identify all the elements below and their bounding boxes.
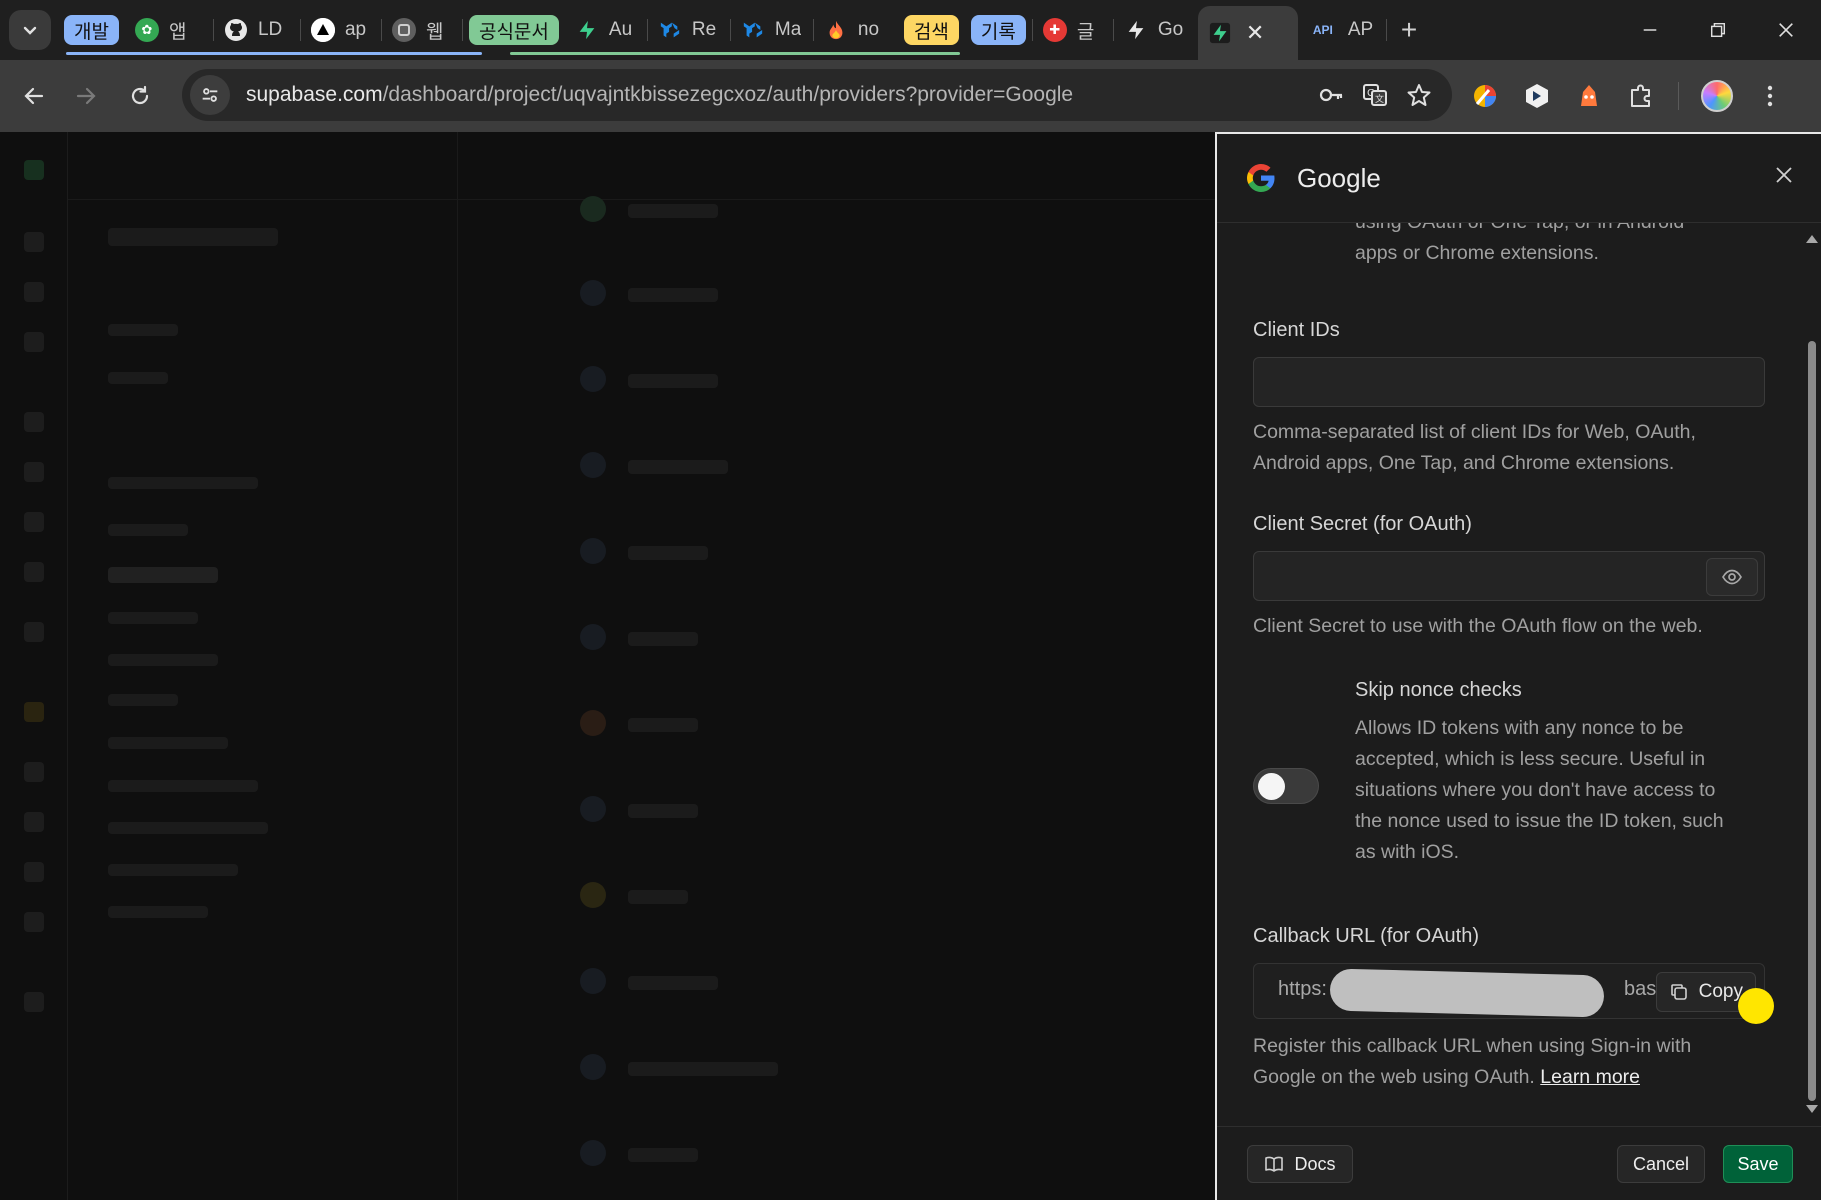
tab-group-dev[interactable]: 개발 [64,15,119,45]
browser-toolbar: supabase.com/dashboard/project/uqvajntkb… [0,60,1821,132]
translate-icon[interactable]: G文 [1362,82,1388,108]
intro-text: using OAuth or One Tap, or in Android ap… [1355,223,1684,264]
show-secret-button[interactable] [1706,558,1758,596]
panel-title: Google [1297,162,1381,193]
tab-group-records[interactable]: 기록 [970,15,1026,45]
tab-group-docs[interactable]: 공식문서 [468,15,559,45]
skip-nonce-label: Skip nonce checks [1355,679,1522,701]
tab-api[interactable]: API AP [1298,6,1386,54]
tab-go[interactable]: Go [1114,6,1198,54]
tab-list: 개발 ✿ 앱 LD ap 웹 공식문서 Au Re Ma no 검색 기록 ✚ … [58,6,1431,60]
google-provider-panel: Google using OAuth or One Tap, or in And… [1215,132,1821,1200]
tab-active-supabase[interactable]: ✕ [1197,6,1298,60]
site-settings-button[interactable] [190,75,230,115]
tab-search-button[interactable] [9,10,51,50]
learn-more-link[interactable]: Learn more [1540,1066,1640,1088]
address-bar[interactable]: supabase.com/dashboard/project/uqvajntkb… [182,69,1452,121]
save-button[interactable]: Save [1723,1145,1793,1183]
callback-url-field[interactable]: https: base. Copy [1253,963,1765,1019]
tab-group-search[interactable]: 검색 [903,15,959,45]
cursor-highlight [1738,988,1774,1024]
tab-mui-material[interactable]: Ma [731,6,813,54]
back-button[interactable] [12,74,56,118]
client-ids-help: Comma-separated list of client IDs for W… [1253,421,1696,474]
panel-close-button[interactable] [1769,160,1799,190]
panel-body[interactable]: using OAuth or One Tap, or in Android ap… [1217,223,1821,1123]
svg-text:文: 文 [1375,93,1384,105]
tab-mui-react[interactable]: Re [648,6,730,54]
puzzle-extensions-icon[interactable] [1626,81,1656,111]
google-logo-icon [1247,164,1275,192]
book-icon [1265,1156,1284,1172]
url-text: supabase.com/dashboard/project/uqvajntkb… [246,83,1074,106]
tune-icon [202,88,218,102]
api-favicon-icon: API [1312,23,1333,37]
scrollbar-thumb[interactable] [1808,341,1816,1101]
scroll-down-arrow-icon[interactable] [1806,1105,1818,1113]
github-icon [224,18,248,42]
fox-extension-icon[interactable] [1574,81,1604,111]
client-ids-input[interactable] [1253,357,1765,407]
flame-icon [824,18,848,42]
globe-favicon-icon [391,18,416,42]
chevron-down-icon [23,26,37,35]
tab-web[interactable]: 웹 [382,6,462,54]
client-secret-help: Client Secret to use with the OAuth flow… [1253,615,1703,637]
mui-icon [741,18,765,42]
restore-icon[interactable] [1684,0,1752,60]
eye-icon [1722,569,1742,585]
tab-github[interactable]: LD [214,6,300,54]
redaction-mark [1329,968,1605,1018]
supabase-icon [1208,21,1232,45]
tab-close-icon[interactable]: ✕ [1246,20,1264,46]
extensions-area [1470,74,1785,118]
key-icon[interactable] [1318,82,1344,108]
panel-scrollbar[interactable] [1805,229,1819,1119]
client-secret-input[interactable] [1253,551,1765,601]
mui-icon [658,18,682,42]
window-close-icon[interactable] [1752,0,1820,60]
supabase-icon [575,18,599,42]
lightning-icon [1124,18,1148,42]
arrow-left-icon [24,87,44,105]
new-tab-plus-icon[interactable]: + [1387,14,1431,46]
app-favicon-icon: ✿ [134,18,159,42]
more-menu-icon[interactable] [1755,81,1785,111]
color-picker-extension-icon[interactable] [1470,81,1500,111]
reload-icon [131,85,149,105]
profile-avatar[interactable] [1701,80,1733,112]
red-circle-favicon-icon: ✚ [1042,18,1067,42]
panel-header: Google [1217,134,1821,223]
dimmed-dashboard-backdrop[interactable] [0,132,1216,1200]
client-ids-label: Client IDs [1253,319,1340,341]
skip-nonce-toggle[interactable] [1253,768,1319,804]
cancel-button[interactable]: Cancel [1617,1145,1705,1183]
browser-tab-strip: 개발 ✿ 앱 LD ap 웹 공식문서 Au Re Ma no 검색 기록 ✚ … [0,0,1821,60]
arrow-right-icon [76,87,96,105]
tab-writing[interactable]: ✚ 글 [1033,6,1113,54]
docs-button[interactable]: Docs [1247,1145,1353,1183]
hexagon-extension-icon[interactable] [1522,81,1552,111]
panel-footer: Docs Cancel Save [1217,1126,1821,1200]
minimize-icon[interactable] [1616,0,1684,60]
copy-icon [1670,984,1687,1000]
reload-button[interactable] [118,74,162,118]
callback-url-help: Register this callback URL when using Si… [1253,1035,1692,1088]
close-icon [1776,167,1792,183]
client-secret-label: Client Secret (for OAuth) [1253,513,1472,535]
bookmark-star-icon[interactable] [1406,82,1432,108]
forward-button[interactable] [64,74,108,118]
tab-vercel[interactable]: ap [301,6,381,54]
tab-firebase[interactable]: no [814,6,898,54]
tab-app[interactable]: ✿ 앱 [125,6,213,54]
callback-url-label: Callback URL (for OAuth) [1253,925,1479,947]
vercel-icon [310,18,335,42]
scroll-up-arrow-icon[interactable] [1806,235,1818,243]
skip-nonce-help: Allows ID tokens with any nonce to be ac… [1355,717,1724,863]
toggle-knob [1258,773,1285,800]
tab-supabase-auth[interactable]: Au [565,6,647,54]
